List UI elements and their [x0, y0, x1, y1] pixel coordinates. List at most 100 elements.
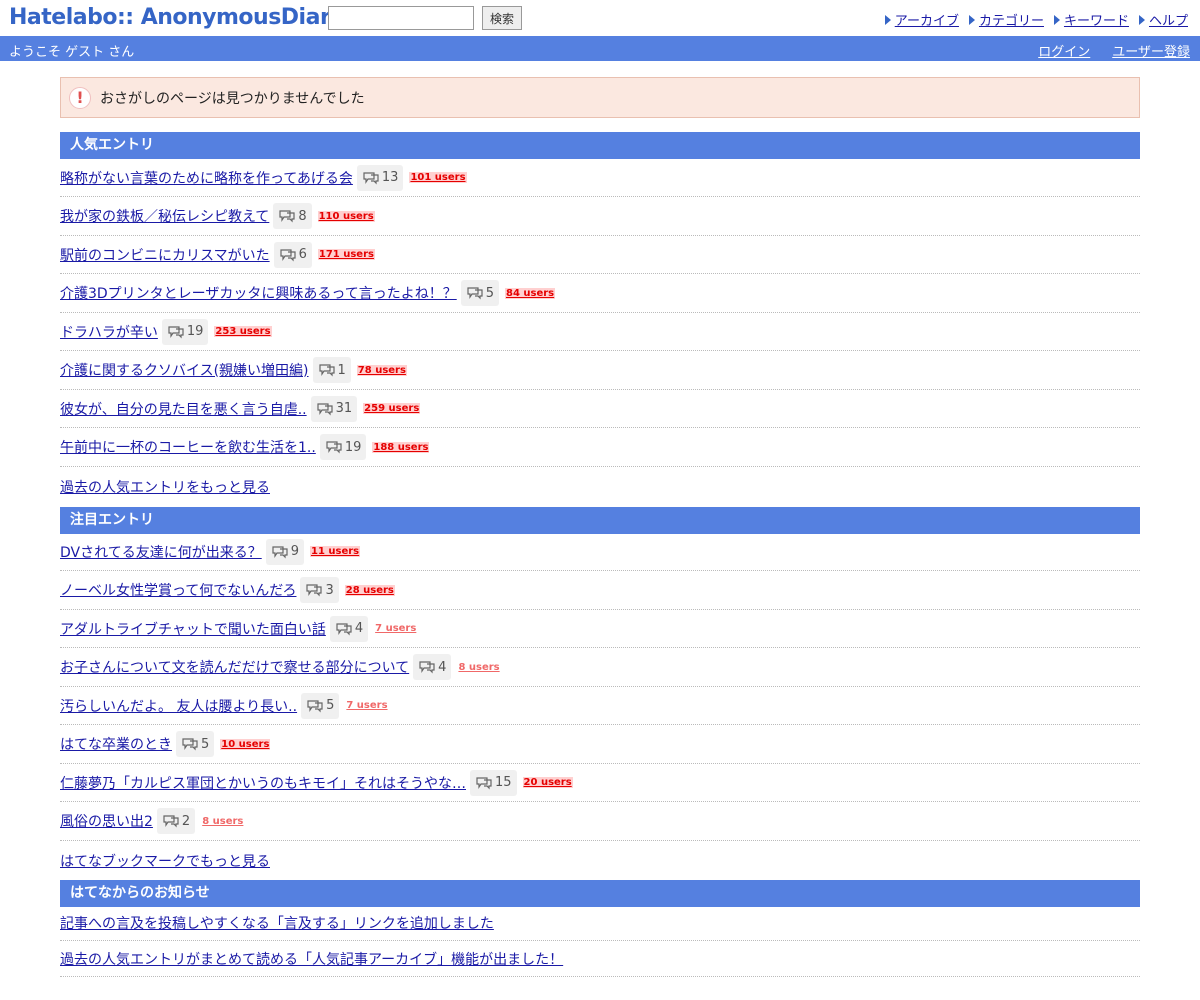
comment-count-badge[interactable]: 9 — [265, 538, 304, 565]
bookmark-users-link[interactable]: 253 users — [214, 326, 272, 337]
bookmark-users-link[interactable]: 8 users — [457, 662, 500, 673]
account-links: ログイン ユーザー登録 — [1038, 41, 1190, 60]
bookmark-users-link[interactable]: 20 users — [522, 777, 573, 788]
comment-count: 15 — [495, 775, 512, 790]
entry-row: 我が家の鉄板／秘伝レシピ教えて 8 110 users — [60, 198, 1140, 236]
entry-title-link[interactable]: 我が家の鉄板／秘伝レシピ教えて — [60, 206, 269, 226]
bookmark-users-link[interactable]: 171 users — [317, 249, 375, 260]
comment-count-badge[interactable]: 13 — [356, 164, 404, 191]
entry-row: 仁藤夢乃「カルピス軍団とかいうのもキモイ」それはそうやな… 15 20 users — [60, 764, 1140, 802]
comment-bubble-icon — [316, 402, 336, 416]
entry-row: ドラハラが辛い 19 253 users — [60, 313, 1140, 351]
comment-count-badge[interactable]: 3 — [300, 577, 339, 603]
bookmark-users-link[interactable]: 10 users — [220, 738, 271, 750]
comment-count: 6 — [298, 247, 307, 262]
comment-count: 13 — [381, 170, 399, 185]
entry-title-link[interactable]: 彼女が、自分の見た目を悪く言う自虐.. — [60, 399, 307, 419]
entry-title-link[interactable]: お子さんについて文を読んだだけで察せる部分について — [60, 657, 409, 677]
comment-count: 8 — [298, 208, 307, 224]
register-link[interactable]: ユーザー登録 — [1112, 41, 1190, 60]
comment-count-badge[interactable]: 15 — [470, 769, 517, 796]
bookmark-users-link[interactable]: 110 users — [317, 210, 375, 222]
entry-row: 彼女が、自分の見た目を悪く言う自虐.. 31 259 users — [60, 390, 1140, 428]
bookmark-users-link[interactable]: 78 users — [356, 364, 407, 376]
search-input[interactable] — [328, 6, 474, 30]
bookmark-users-link[interactable]: 8 users — [201, 816, 244, 827]
comment-count: 4 — [354, 621, 364, 636]
entry-row: お子さんについて文を読んだだけで察せる部分について 4 8 users — [60, 649, 1140, 687]
bookmark-users-link[interactable]: 11 users — [309, 546, 361, 557]
bookmark-users-link[interactable]: 259 users — [363, 403, 421, 414]
bookmark-users-link[interactable]: 188 users — [372, 441, 430, 453]
arrow-right-icon — [884, 14, 891, 25]
entry-row: 駅前のコンビニにカリスマがいた 6 171 users — [60, 236, 1140, 274]
comment-count-badge[interactable]: 5 — [176, 731, 215, 757]
nav-keyword[interactable]: キーワード — [1053, 10, 1129, 29]
entry-title-link[interactable]: 駅前のコンビニにカリスマがいた — [60, 245, 270, 265]
comment-count-badge[interactable]: 1 — [312, 357, 351, 383]
nav-archive[interactable]: アーカイブ — [884, 10, 959, 29]
entry-title-link[interactable]: 風俗の思い出2 — [60, 811, 153, 831]
comment-bubble-icon — [306, 699, 326, 713]
comment-count: 3 — [325, 582, 334, 598]
news-link[interactable]: 記事への言及を投稿しやすくなる「言及する」リンクを追加しました — [60, 913, 494, 933]
comment-count: 19 — [344, 439, 362, 455]
comment-bubble-icon — [162, 814, 182, 828]
arrow-right-icon — [1053, 14, 1060, 25]
entry-row: 風俗の思い出2 2 8 users — [60, 803, 1140, 841]
entry-title-link[interactable]: 介護3Dプリンタとレーザカッタに興味あるって言ったよね！？ — [60, 283, 457, 303]
bookmark-users-link[interactable]: 101 users — [409, 172, 467, 183]
welcome-bar: ようこそ ゲスト さん ログイン ユーザー登録 — [0, 36, 1200, 61]
attention-section-title: 注目エントリ — [60, 507, 1140, 534]
entry-title-link[interactable]: DVされてる友達に何が出来る？ — [60, 542, 262, 562]
entry-title-link[interactable]: アダルトライブチャットで聞いた面白い話 — [60, 619, 326, 639]
entry-title-link[interactable]: 略称がない言葉のために略称を作ってあげる会 — [60, 168, 353, 188]
comment-count-badge[interactable]: 8 — [273, 203, 312, 229]
comment-count-badge[interactable]: 4 — [329, 615, 369, 642]
nav-help-link[interactable]: ヘルプ — [1149, 10, 1188, 29]
bookmark-users-link[interactable]: 7 users — [374, 623, 417, 634]
comment-count: 1 — [337, 362, 346, 378]
site-logo[interactable]: Hatelabo:: AnonymousDiary — [9, 5, 345, 31]
notice-text: おさがしのページは見つかりませんでした — [100, 90, 365, 107]
entry-title-link[interactable]: 午前中に一杯のコーヒーを飲む生活を1.. — [60, 437, 316, 457]
comment-count-badge[interactable]: 31 — [310, 395, 358, 422]
entry-row: 午前中に一杯のコーヒーを飲む生活を1.. 19 188 users — [60, 429, 1140, 467]
popular-more-link[interactable]: 過去の人気エントリをもっと見る — [60, 477, 270, 497]
entry-title-link[interactable]: 仁藤夢乃「カルピス軍団とかいうのもキモイ」それはそうやな… — [60, 773, 466, 793]
comment-bubble-icon — [318, 363, 338, 377]
nav-keyword-link[interactable]: キーワード — [1064, 10, 1129, 29]
nav-category[interactable]: カテゴリー — [968, 10, 1044, 29]
comment-bubble-icon — [466, 286, 486, 300]
entry-title-link[interactable]: ノーベル女性学賞って何でないんだろ — [60, 580, 296, 600]
comment-bubble-icon — [278, 209, 298, 223]
comment-count-badge[interactable]: 2 — [156, 808, 196, 834]
comment-count-badge[interactable]: 19 — [161, 318, 209, 345]
entry-title-link[interactable]: 介護に関するクソバイス(親嫌い増田編) — [60, 360, 309, 380]
comment-bubble-icon — [475, 776, 495, 790]
comment-count-badge[interactable]: 5 — [301, 692, 340, 719]
nav-category-link[interactable]: カテゴリー — [979, 10, 1044, 29]
bookmark-users-link[interactable]: 84 users — [505, 287, 556, 299]
nav-archive-link[interactable]: アーカイブ — [895, 10, 959, 29]
comment-count: 5 — [201, 736, 210, 752]
comment-count: 4 — [438, 659, 447, 675]
search-button[interactable]: 検索 — [482, 6, 522, 30]
news-link[interactable]: 過去の人気エントリがまとめて読める「人気記事アーカイブ」機能が出ました！ — [60, 949, 563, 969]
bookmark-users-link[interactable]: 28 users — [344, 584, 395, 596]
entry-title-link[interactable]: ドラハラが辛い — [60, 322, 158, 342]
entry-title-link[interactable]: はてな卒業のとき — [60, 734, 172, 754]
comment-count-badge[interactable]: 5 — [460, 280, 499, 306]
entry-row: 介護3Dプリンタとレーザカッタに興味あるって言ったよね！？ 5 84 users — [60, 275, 1140, 313]
login-link[interactable]: ログイン — [1038, 41, 1090, 60]
entry-row: DVされてる友達に何が出来る？ 9 11 users — [60, 533, 1140, 571]
entry-row: 汚らしいんだよ。 友人は腰より長い.. 5 7 users — [60, 687, 1140, 725]
attention-more-link[interactable]: はてなブックマークでもっと見る — [60, 851, 270, 871]
comment-count-badge[interactable]: 6 — [273, 241, 312, 268]
comment-count: 2 — [181, 813, 191, 829]
entry-title-link[interactable]: 汚らしいんだよ。 友人は腰より長い.. — [60, 696, 297, 716]
bookmark-users-link[interactable]: 7 users — [345, 700, 388, 711]
comment-count-badge[interactable]: 4 — [413, 654, 452, 680]
nav-help[interactable]: ヘルプ — [1138, 10, 1188, 29]
comment-count-badge[interactable]: 19 — [319, 434, 367, 460]
